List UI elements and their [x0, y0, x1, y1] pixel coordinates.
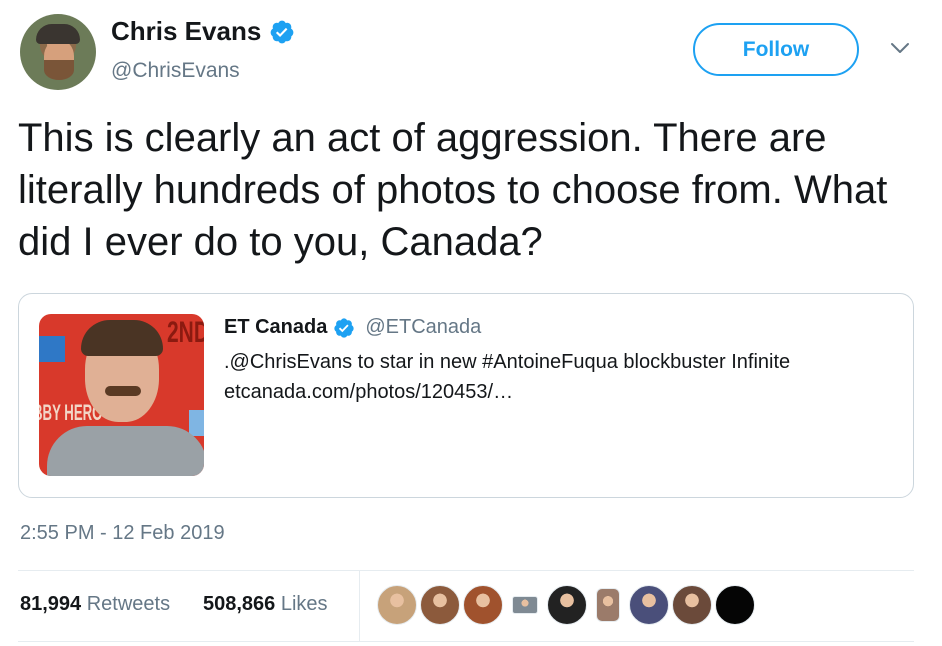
- quoted-tweet-link[interactable]: etcanada.com/photos/120453/…: [224, 377, 894, 407]
- retweets-label: Retweets: [86, 593, 171, 615]
- stats-divider-bottom: [18, 641, 914, 642]
- liker-2-avatar[interactable]: [420, 585, 460, 625]
- stats-separator: [359, 571, 360, 641]
- liker-avatars: [377, 585, 755, 625]
- author-display-name[interactable]: Chris Evans: [111, 16, 261, 47]
- retweets-count: 81,994: [20, 593, 82, 615]
- author-handle[interactable]: @ChrisEvans: [111, 59, 240, 83]
- quoted-author-row[interactable]: ET Canada @ETCanada: [224, 316, 481, 339]
- photo-shirt: [47, 426, 204, 476]
- logo-patch-left: [39, 336, 65, 362]
- liker-6-avatar[interactable]: [596, 588, 620, 622]
- avatar-beard: [44, 60, 74, 80]
- liker-8-avatar[interactable]: [672, 585, 712, 625]
- likes-stat[interactable]: 508,866 Likes: [203, 593, 328, 616]
- liker-5-avatar[interactable]: [547, 585, 587, 625]
- quoted-tweet[interactable]: 2ND BBY HERO ET Canada @ETCanada .@Chris…: [18, 293, 914, 498]
- tweet-card: Chris Evans @ChrisEvans Follow This is c…: [0, 0, 942, 646]
- likes-count: 508,866: [203, 593, 276, 615]
- chevron-down-icon[interactable]: [887, 38, 913, 58]
- liker-7-avatar[interactable]: [629, 585, 669, 625]
- tweet-timestamp[interactable]: 2:55 PM - 12 Feb 2019: [20, 522, 225, 545]
- photo-mustache: [105, 386, 141, 396]
- author-name-row[interactable]: Chris Evans: [111, 16, 295, 47]
- quoted-tweet-image[interactable]: 2ND BBY HERO: [39, 314, 204, 476]
- quoted-tweet-line1: .@ChrisEvans to star in new #AntoineFuqu…: [224, 351, 791, 373]
- liker-1-avatar[interactable]: [377, 585, 417, 625]
- quoted-author-handle[interactable]: @ETCanada: [365, 316, 481, 339]
- quoted-tweet-text: .@ChrisEvans to star in new #AntoineFuqu…: [224, 347, 894, 407]
- avatar-cap: [36, 24, 80, 44]
- liker-4-avatar[interactable]: [512, 596, 538, 614]
- likes-label: Likes: [280, 593, 328, 615]
- tweet-text: This is clearly an act of aggression. Th…: [18, 116, 888, 264]
- backdrop-text-top: 2ND: [167, 316, 204, 349]
- quoted-author-name[interactable]: ET Canada: [224, 316, 327, 339]
- stats-divider-top: [18, 570, 914, 571]
- liker-3-avatar[interactable]: [463, 585, 503, 625]
- verified-badge-icon: [269, 19, 295, 45]
- logo-patch-right: [189, 410, 204, 436]
- retweets-stat[interactable]: 81,994 Retweets: [20, 593, 170, 616]
- verified-badge-icon: [333, 317, 355, 339]
- liker-9-avatar[interactable]: [715, 585, 755, 625]
- author-avatar[interactable]: [20, 14, 96, 90]
- photo-hair: [81, 320, 163, 356]
- follow-button[interactable]: Follow: [693, 23, 859, 76]
